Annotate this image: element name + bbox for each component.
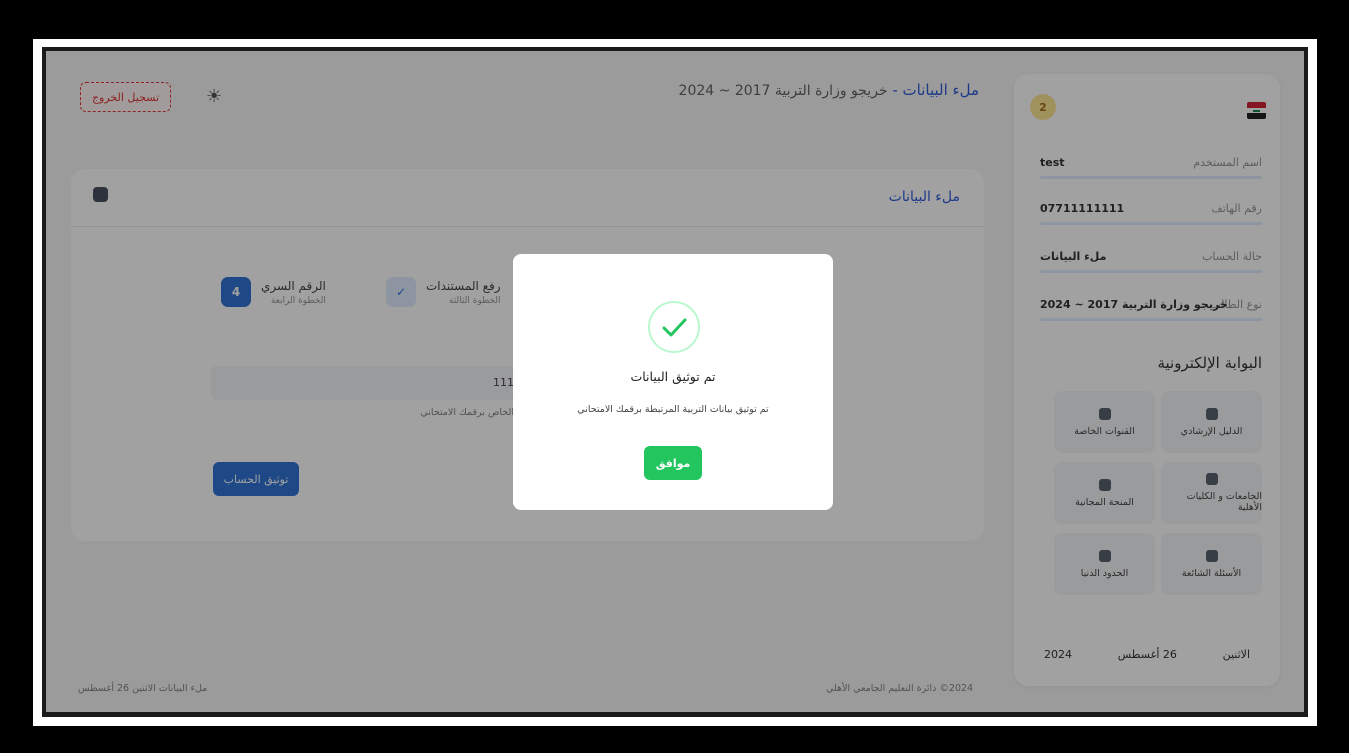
success-modal: تم توثيق البيانات تم توثيق بيانات التربي… — [513, 254, 833, 510]
success-check-icon — [648, 301, 700, 353]
ok-button[interactable]: موافق — [644, 446, 702, 480]
modal-message: تم توثيق بيانات التربية المرتبطة برقمك ا… — [577, 404, 769, 415]
app-screen: 2 اسم المستخدم test رقم الهاتف 077111111… — [46, 51, 1304, 712]
modal-title: تم توثيق البيانات — [630, 369, 716, 384]
